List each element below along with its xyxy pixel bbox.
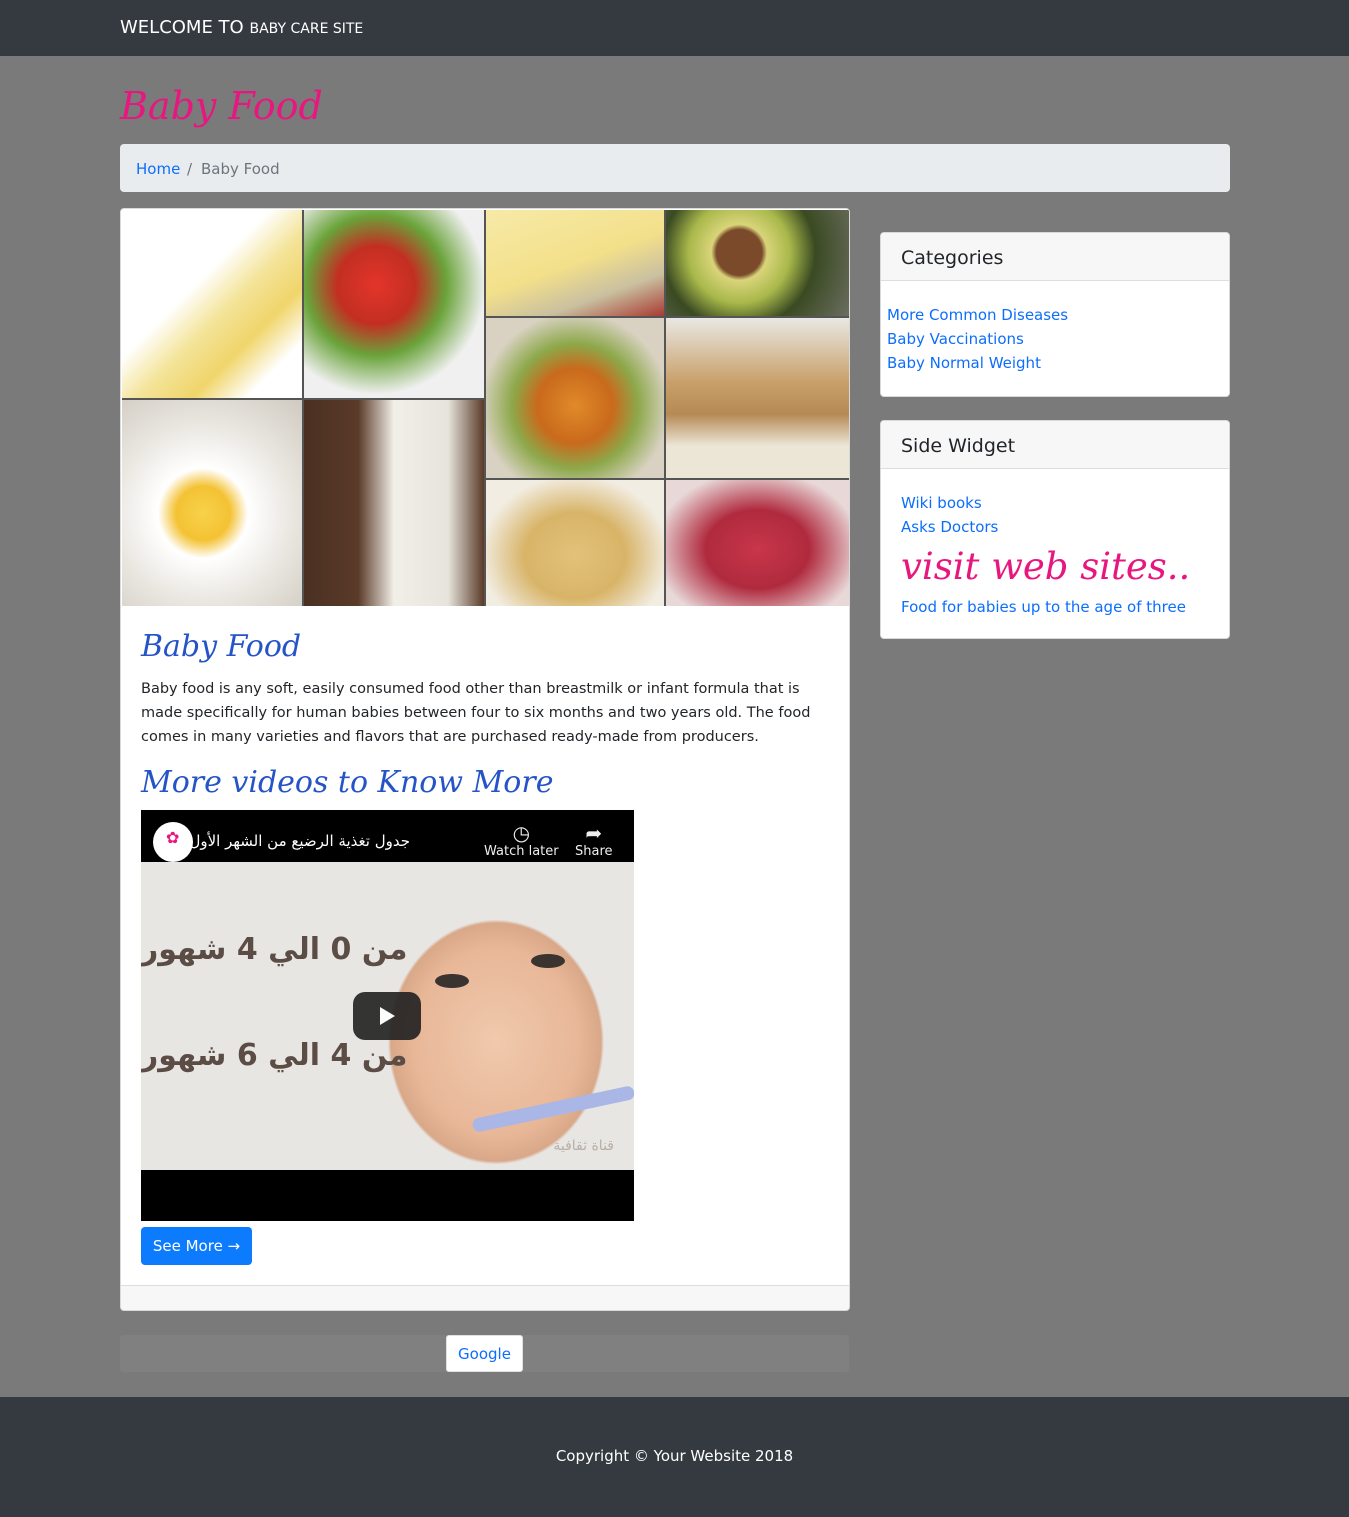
breadcrumb-current: Baby Food <box>201 160 280 178</box>
baby-eye <box>531 954 565 968</box>
milk-tile <box>304 400 484 606</box>
breadcrumb: Home / Baby Food <box>120 144 1230 192</box>
category-link[interactable]: More Common Diseases <box>887 306 1068 324</box>
pagination: Google <box>120 1335 849 1372</box>
page-title: Baby Food <box>120 84 323 128</box>
food-for-babies-link[interactable]: Food for babies up to the age of three <box>901 598 1186 616</box>
overlay-text: من 4 الي 6 شهور <box>141 1038 408 1073</box>
butter-tile <box>486 210 664 316</box>
potatoes-tile <box>486 480 664 606</box>
video-title[interactable]: جدول تغذية الرضيع من الشهر الأول <box>189 832 410 850</box>
asks-doctors-link[interactable]: Asks Doctors <box>901 518 998 536</box>
category-link[interactable]: Baby Normal Weight <box>887 354 1041 372</box>
post-title: Baby Food <box>141 629 302 664</box>
meat-tile <box>666 480 849 606</box>
copyright-text: Copyright © Your Website 2018 <box>555 1447 794 1465</box>
google-link-button[interactable]: Google <box>446 1335 523 1372</box>
channel-avatar[interactable]: ✿ <box>153 822 193 862</box>
card-footer <box>121 1285 849 1310</box>
share-button[interactable]: ➦ Share <box>575 822 613 859</box>
vegetable-dish-tile <box>486 318 664 478</box>
eggs-tile <box>122 400 302 606</box>
brand-main: WELCOME TO <box>120 17 244 38</box>
categories-widget: Categories More Common Diseases Baby Vac… <box>880 232 1230 397</box>
category-link[interactable]: Baby Vaccinations <box>887 330 1024 348</box>
navbar-brand[interactable]: WELCOME TO BABY CARE SITE <box>120 17 363 38</box>
post-card: Baby Food Baby food is any soft, easily … <box>120 208 850 1311</box>
videos-heading: More videos to Know More <box>141 765 554 800</box>
wiki-books-link[interactable]: Wiki books <box>901 494 982 512</box>
share-label: Share <box>575 844 613 859</box>
watch-later-button[interactable]: ◷ Watch later <box>484 822 559 859</box>
brand-sub: BABY CARE SITE <box>249 21 364 37</box>
categories-header: Categories <box>881 233 1229 281</box>
fruit-bowl-tile <box>304 210 484 398</box>
see-more-button[interactable]: See More → <box>141 1227 252 1265</box>
video-watermark: قناة ثقافية <box>553 1138 614 1154</box>
top-navbar: WELCOME TO BABY CARE SITE <box>0 0 1349 56</box>
visit-web-sites-heading: visit web sites.. <box>901 545 1191 588</box>
share-icon: ➦ <box>585 821 603 845</box>
youtube-video-embed[interactable]: ✿ جدول تغذية الرضيع من الشهر الأول ◷ Wat… <box>141 810 634 1221</box>
breadcrumb-separator: / <box>187 160 193 178</box>
clock-icon: ◷ <box>512 821 531 845</box>
side-widget: Side Widget Wiki books Asks Doctors visi… <box>880 420 1230 639</box>
baby-food-collage-image <box>122 210 849 606</box>
baby-eye <box>435 974 469 988</box>
flower-icon: ✿ <box>166 828 180 847</box>
avocado-tile <box>666 210 849 316</box>
banana-tile <box>122 210 302 398</box>
play-button-icon[interactable] <box>353 992 421 1040</box>
breadcrumb-home-link[interactable]: Home <box>136 160 180 178</box>
post-text: Baby food is any soft, easily consumed f… <box>141 681 811 745</box>
overlay-text: من 0 الي 4 شهور <box>141 932 408 967</box>
categories-heading: Categories <box>901 247 1004 269</box>
watch-later-label: Watch later <box>484 844 559 859</box>
peanut-butter-tile <box>666 318 849 478</box>
side-widget-heading: Side Widget <box>901 435 1016 457</box>
side-widget-header: Side Widget <box>881 421 1229 469</box>
page-footer: Copyright © Your Website 2018 <box>0 1397 1349 1517</box>
